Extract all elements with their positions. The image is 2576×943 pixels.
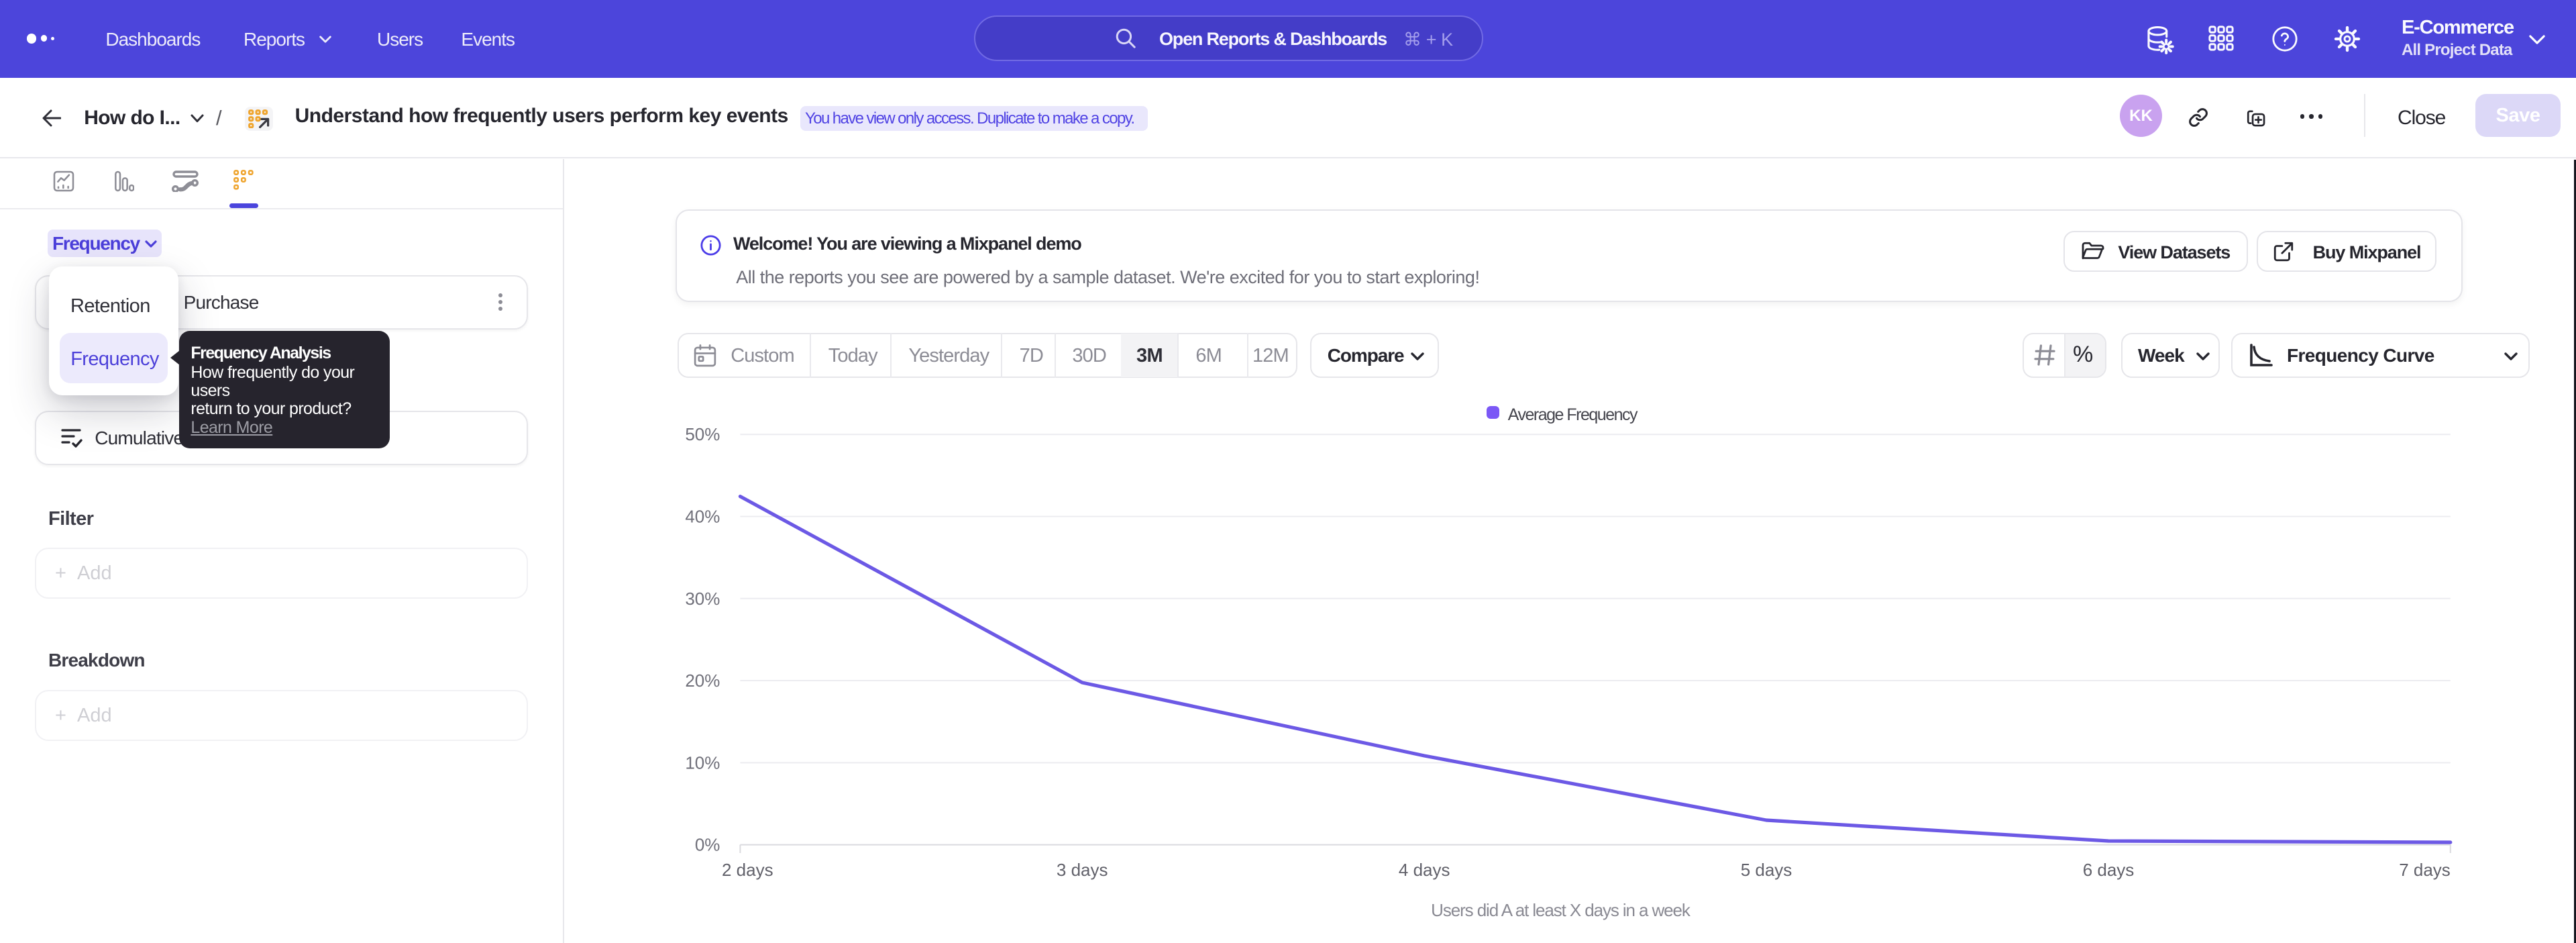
svg-text:20%: 20% xyxy=(685,671,720,691)
svg-text:2 days: 2 days xyxy=(722,860,773,880)
svg-text:Users did A at least X days in: Users did A at least X days in a week xyxy=(1431,900,1691,920)
svg-text:5 days: 5 days xyxy=(1741,860,1792,880)
svg-text:0%: 0% xyxy=(695,835,720,855)
svg-text:30%: 30% xyxy=(685,589,720,609)
svg-text:10%: 10% xyxy=(685,752,720,773)
svg-text:4 days: 4 days xyxy=(1399,860,1450,880)
svg-text:50%: 50% xyxy=(685,424,720,444)
svg-text:6 days: 6 days xyxy=(2083,860,2135,880)
svg-text:3 days: 3 days xyxy=(1057,860,1108,880)
svg-text:7 days: 7 days xyxy=(2399,860,2451,880)
svg-text:40%: 40% xyxy=(685,506,720,526)
